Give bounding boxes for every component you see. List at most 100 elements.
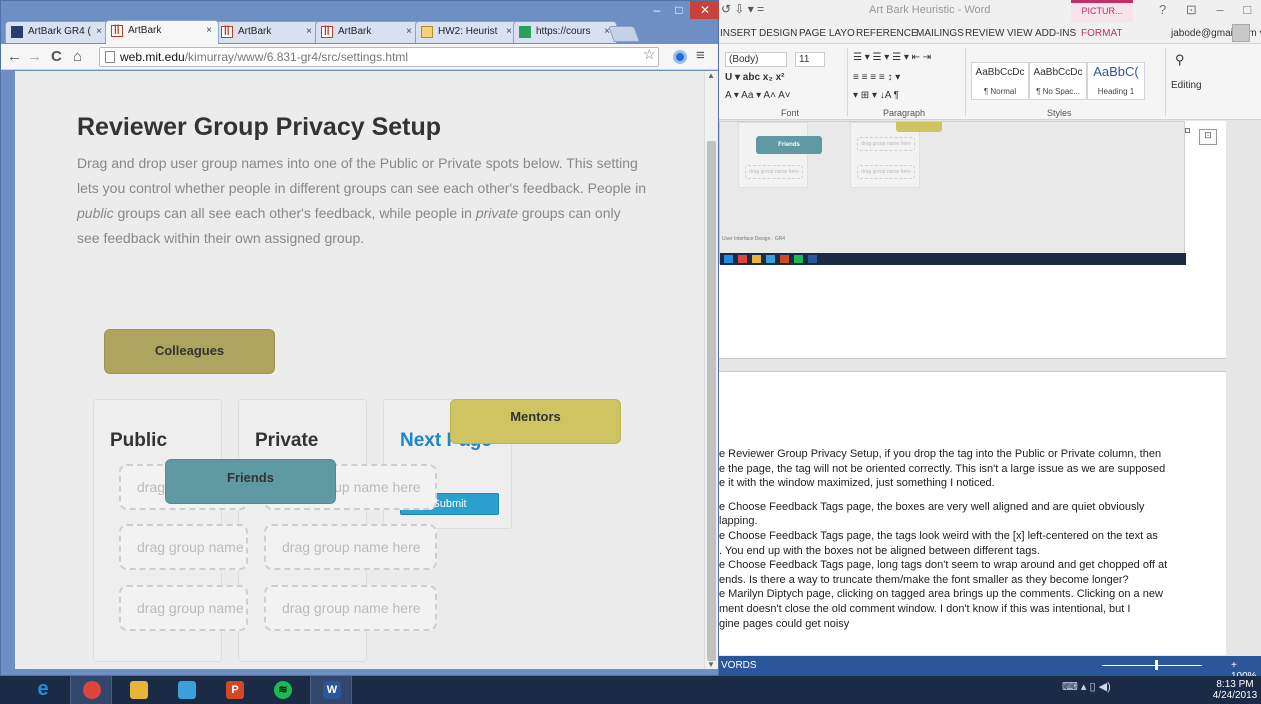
tab-close-icon[interactable]: × bbox=[96, 26, 102, 37]
photos-icon bbox=[178, 681, 196, 699]
tab-design[interactable]: DESIGN bbox=[759, 28, 797, 39]
note-line: ment doesn't close the old comment windo… bbox=[719, 602, 1131, 615]
tab-close-icon[interactable]: × bbox=[506, 26, 512, 37]
font-color-row[interactable]: A ▾ Aa ▾ A˄ A˅ bbox=[725, 90, 791, 101]
style-normal[interactable]: AaBbCcDc ¶ Normal bbox=[971, 62, 1029, 100]
list-buttons-row[interactable]: ☰ ▾ ☰ ▾ ☰ ▾ ⇤ ⇥ bbox=[853, 52, 931, 63]
word-scrollbar[interactable] bbox=[1245, 121, 1261, 655]
taskbar-photos[interactable] bbox=[166, 676, 208, 704]
tab-artbark-active[interactable]: ArtBark × bbox=[105, 20, 219, 44]
embedded-screenshot[interactable]: drag group name here drag group name her… bbox=[719, 121, 1186, 265]
back-arrow-icon[interactable]: ← bbox=[7, 48, 22, 66]
tab-format[interactable]: FORMAT bbox=[1081, 28, 1122, 39]
tab-course-site[interactable]: https://cours × bbox=[513, 21, 617, 43]
note-line: e Choose Feedback Tags page, long tags d… bbox=[719, 559, 1168, 572]
private-slot-3[interactable]: drag group name here bbox=[264, 585, 437, 631]
tab-review[interactable]: REVIEW bbox=[965, 28, 1004, 39]
page-scrollbar[interactable]: ▲ ▼ bbox=[704, 71, 718, 669]
tab-close-icon[interactable]: × bbox=[306, 26, 312, 37]
taskbar-powerpoint[interactable]: P bbox=[214, 676, 256, 704]
spotify-icon: ≋ bbox=[274, 681, 292, 699]
tab-references[interactable]: REFERENCE bbox=[856, 28, 918, 39]
picture-tools-tab[interactable]: PICTUR... bbox=[1071, 0, 1133, 22]
tab-view[interactable]: VIEW bbox=[1007, 28, 1033, 39]
tab-page-layout[interactable]: PAGE LAYO bbox=[799, 28, 855, 39]
note-line: lapping. bbox=[719, 515, 758, 528]
tab-hw2-heuristic[interactable]: HW2: Heurist × bbox=[415, 21, 519, 43]
tab-artbark-3[interactable]: ArtBark × bbox=[315, 21, 419, 43]
page-icon bbox=[105, 51, 115, 63]
style-no-spacing[interactable]: AaBbCcDc ¶ No Spac... bbox=[1029, 62, 1087, 100]
close-window-button[interactable]: ✕ bbox=[690, 1, 720, 19]
tab-add-ins[interactable]: ADD-INS bbox=[1035, 28, 1076, 39]
font-format-row[interactable]: U ▾ abc x₂ x² bbox=[725, 72, 784, 83]
word-window-buttons[interactable]: ? ⊡ – □ ✕ bbox=[1159, 2, 1261, 18]
system-tray[interactable]: ⌨ ▴ ▯ ◀) bbox=[1062, 680, 1111, 693]
font-group-label: Font bbox=[781, 108, 800, 118]
tag-mentors[interactable]: Mentors bbox=[450, 399, 621, 444]
word-count[interactable]: VORDS bbox=[721, 660, 757, 671]
tag-colleagues[interactable]: Colleagues bbox=[104, 329, 275, 374]
selection-handle[interactable] bbox=[1185, 128, 1190, 133]
zoom-slider[interactable] bbox=[1102, 665, 1202, 666]
scroll-down-icon[interactable]: ▼ bbox=[707, 660, 715, 669]
folder-icon bbox=[130, 681, 148, 699]
align-buttons-row[interactable]: ≡ ≡ ≡ ≡ ↕ ▾ bbox=[853, 72, 900, 83]
mini-word-icon bbox=[808, 255, 817, 263]
public-column-title: Public bbox=[110, 430, 168, 451]
menu-icon[interactable]: ≡ bbox=[696, 47, 705, 64]
bookmark-star-icon[interactable]: ☆ bbox=[643, 46, 656, 63]
private-column-title: Private bbox=[255, 430, 319, 451]
maximize-button[interactable]: □ bbox=[668, 1, 690, 19]
shading-buttons-row[interactable]: ▾ ⊞ ▾ ↓A ¶ bbox=[853, 90, 899, 101]
forward-arrow-icon[interactable]: → bbox=[27, 48, 42, 66]
new-tab-button[interactable] bbox=[608, 26, 640, 42]
note-line: e Choose Feedback Tags page, the boxes a… bbox=[719, 500, 1145, 513]
document-page-1: drag group name here drag group name her… bbox=[719, 121, 1226, 359]
font-name-box[interactable]: (Body) bbox=[725, 52, 787, 67]
zoom-slider-thumb[interactable] bbox=[1155, 660, 1158, 670]
note-line: e the page, the tag will not be oriented… bbox=[719, 462, 1166, 475]
ie-icon: e bbox=[37, 678, 49, 700]
scroll-up-icon[interactable]: ▲ bbox=[707, 71, 715, 80]
taskbar-spotify[interactable]: ≋ bbox=[262, 676, 304, 704]
note-line: ends. Is there a way to truncate them/ma… bbox=[719, 573, 1129, 586]
public-slot-3[interactable]: drag group name bbox=[119, 585, 248, 631]
ribbon-tabs: INSERT DESIGN PAGE LAYO REFERENCE MAILIN… bbox=[719, 22, 1261, 44]
reload-icon[interactable]: C bbox=[51, 48, 62, 66]
taskbar-chrome[interactable] bbox=[70, 676, 112, 704]
clock[interactable]: 8:13 PM 4/24/2013 bbox=[1210, 679, 1260, 701]
quick-access-toolbar[interactable]: ↺ ⇩ ▾ = bbox=[721, 2, 764, 16]
browser-toolbar: ← → C ⌂ web.mit.edu/kimurray/www/6.831-g… bbox=[1, 44, 718, 70]
tab-mailings[interactable]: MAILINGS bbox=[916, 28, 964, 39]
private-slot-2[interactable]: drag group name here bbox=[264, 524, 437, 570]
minimize-button[interactable]: – bbox=[646, 1, 668, 19]
font-size-box[interactable]: 11 bbox=[795, 52, 825, 67]
ribbon-separator bbox=[965, 48, 966, 116]
tab-artbark-gr4[interactable]: ArtBark GR4 ( × bbox=[5, 21, 109, 43]
powerpoint-icon: P bbox=[226, 681, 244, 699]
taskbar-ie[interactable]: e bbox=[22, 676, 64, 704]
editing-button[interactable]: Editing bbox=[1171, 80, 1202, 91]
home-icon[interactable]: ⌂ bbox=[73, 48, 82, 66]
ribbon-separator bbox=[1165, 48, 1166, 116]
style-heading-1[interactable]: AaBbC( Heading 1 bbox=[1087, 62, 1145, 100]
tag-friends[interactable]: Friends bbox=[165, 459, 336, 504]
tab-artbark-2[interactable]: ArtBark × bbox=[215, 21, 319, 43]
tab-close-icon[interactable]: × bbox=[206, 25, 212, 36]
taskbar-file-explorer[interactable] bbox=[118, 676, 160, 704]
public-slot-2[interactable]: drag group name bbox=[119, 524, 248, 570]
note-gap bbox=[719, 491, 1219, 500]
desktop-screen: ArtBark GR4 ( × ArtBark × ArtBark × ArtB… bbox=[0, 0, 1261, 704]
settings-page: Reviewer Group Privacy Setup Drag and dr… bbox=[31, 71, 704, 669]
tab-close-icon[interactable]: × bbox=[406, 26, 412, 37]
address-bar[interactable]: web.mit.edu/kimurray/www/6.831-gr4/src/s… bbox=[99, 47, 659, 67]
scroll-thumb[interactable] bbox=[707, 141, 716, 661]
extension-icon[interactable] bbox=[673, 50, 687, 64]
binoculars-icon[interactable]: ⚲ bbox=[1175, 52, 1185, 68]
tab-insert[interactable]: INSERT bbox=[720, 28, 757, 39]
taskbar-word[interactable]: W bbox=[310, 676, 352, 704]
layout-options-icon[interactable]: ⊡ bbox=[1199, 129, 1217, 145]
mini-public-column: drag group name here bbox=[738, 122, 808, 188]
avatar[interactable] bbox=[1232, 24, 1250, 42]
